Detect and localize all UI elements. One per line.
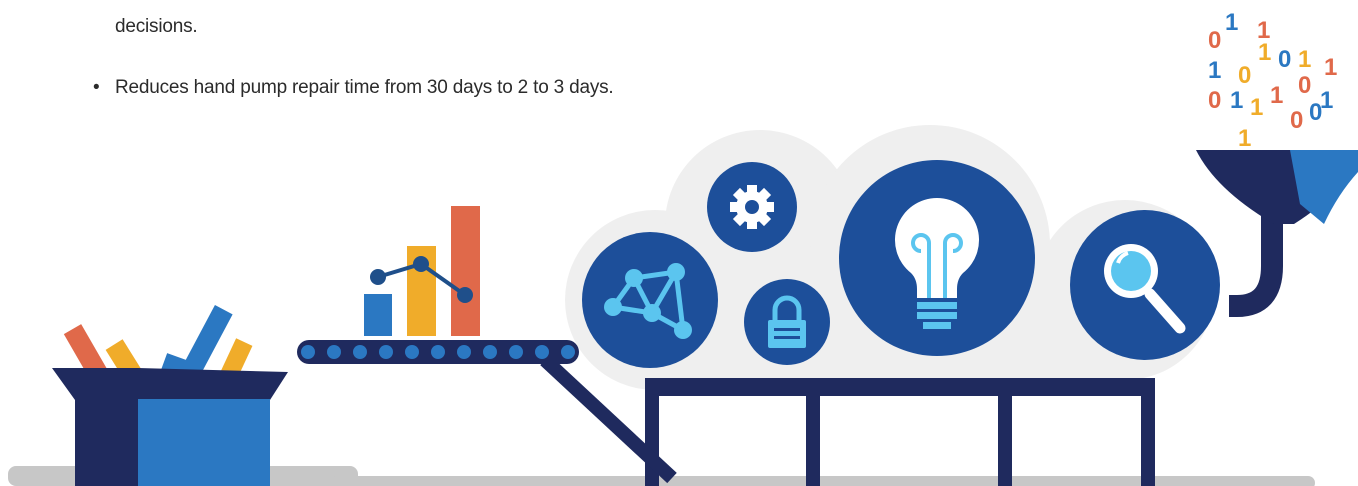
network-icon — [582, 232, 718, 368]
chart-bar-blue — [364, 294, 392, 336]
svg-text:0: 0 — [1208, 27, 1221, 54]
svg-text:0: 0 — [1238, 62, 1251, 89]
svg-text:1: 1 — [1250, 94, 1263, 121]
chart-icon — [364, 206, 480, 336]
svg-text:1: 1 — [1225, 9, 1238, 36]
lock-icon — [744, 279, 830, 365]
gear-icon — [707, 162, 797, 252]
magnifier-icon — [1070, 210, 1220, 360]
svg-text:1: 1 — [1324, 54, 1337, 81]
binary-digits: 0 1 1 1 0 1 1 1 0 0 0 1 1 1 1 0 0 1 — [1208, 9, 1337, 152]
ground-right — [330, 476, 1315, 486]
svg-text:0: 0 — [1208, 87, 1221, 114]
svg-text:0: 0 — [1309, 99, 1322, 126]
funnel-icon — [1196, 150, 1358, 317]
svg-text:1: 1 — [1298, 46, 1311, 73]
svg-text:1: 1 — [1270, 82, 1283, 109]
chart-bar-orange — [451, 206, 480, 336]
machine-frame — [645, 378, 1155, 486]
svg-text:0: 0 — [1278, 46, 1291, 73]
data-process-illustration: 0 1 1 1 0 1 1 1 0 0 0 1 1 1 1 0 0 1 — [8, 9, 1358, 486]
box-icon — [52, 304, 288, 486]
svg-text:1: 1 — [1230, 87, 1243, 114]
lightbulb-icon — [839, 160, 1035, 356]
svg-text:1: 1 — [1258, 39, 1271, 66]
svg-text:0: 0 — [1298, 72, 1311, 99]
svg-text:0: 0 — [1290, 107, 1303, 134]
svg-text:1: 1 — [1208, 57, 1221, 84]
svg-text:1: 1 — [1238, 125, 1251, 152]
conveyor-icon — [297, 340, 579, 364]
